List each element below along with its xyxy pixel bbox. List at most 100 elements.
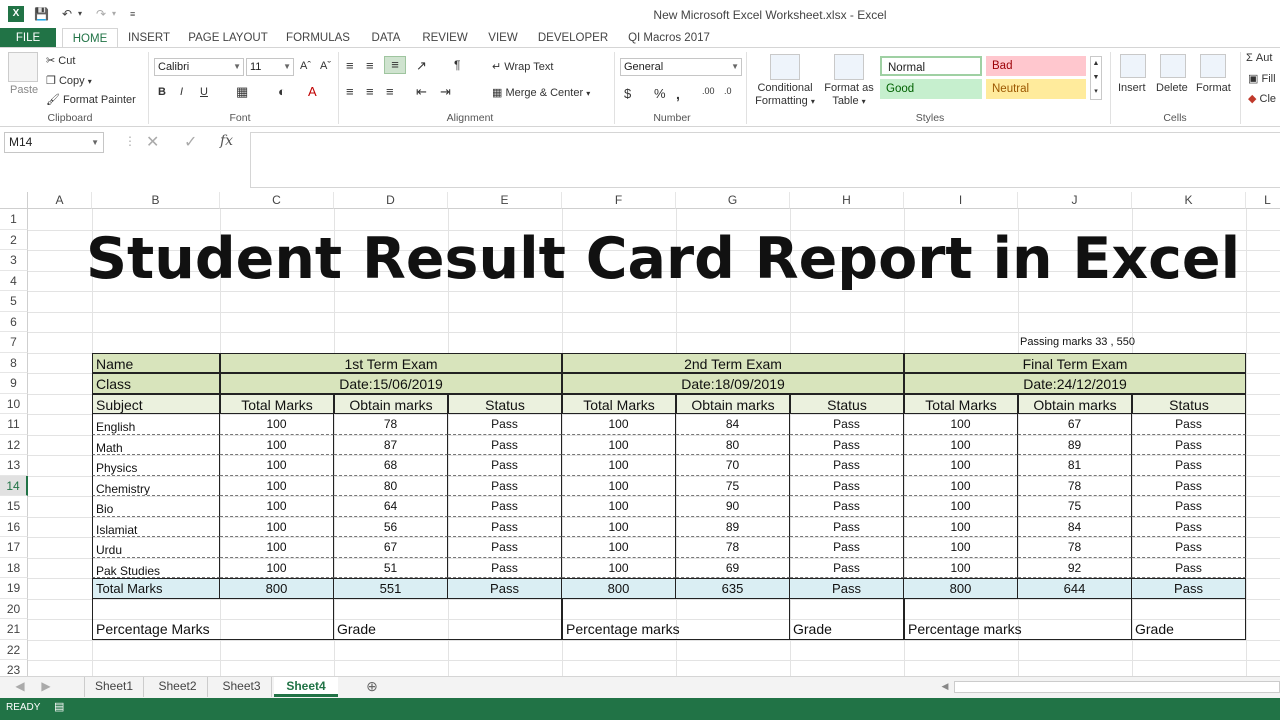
row-header[interactable]: 2 (0, 229, 28, 250)
enter-icon[interactable]: ✓ (184, 132, 197, 152)
paste-button[interactable]: Paste (10, 84, 38, 96)
prev-sheet-icon[interactable]: ◀ (10, 677, 30, 697)
style-bad[interactable]: Bad (986, 56, 1086, 76)
row-header[interactable]: 10 (0, 393, 28, 414)
shrink-font-icon[interactable]: Aˇ (320, 60, 331, 72)
delete-cells-icon[interactable] (1160, 54, 1186, 78)
row-header[interactable]: 8 (0, 352, 28, 373)
column-header[interactable]: I (904, 192, 1018, 209)
row-header[interactable]: 11 (0, 414, 28, 435)
row-header[interactable]: 1 (0, 209, 28, 230)
scroll-left-icon[interactable]: ◀ (938, 677, 952, 697)
italic-icon[interactable]: I (180, 86, 183, 98)
insert-button[interactable]: Insert (1118, 82, 1146, 94)
font-name-select[interactable]: Calibri ▼ (154, 58, 244, 76)
style-normal[interactable]: Normal (880, 56, 982, 76)
increase-indent-icon[interactable]: ⇥ (440, 84, 451, 100)
tab-formulas[interactable]: FORMULAS (282, 28, 354, 48)
font-size-select[interactable]: 11 ▼ (246, 58, 294, 76)
row-header[interactable]: 4 (0, 270, 28, 291)
underline-icon[interactable]: U (200, 86, 208, 98)
horizontal-scrollbar[interactable] (954, 681, 1280, 693)
align-middle-icon[interactable]: ≡ (366, 58, 374, 73)
tab-review[interactable]: REVIEW (418, 28, 472, 48)
row-header[interactable]: 16 (0, 516, 28, 537)
row-header[interactable]: 17 (0, 537, 28, 558)
comma-style-icon[interactable]: , (676, 86, 680, 102)
style-good[interactable]: Good (880, 79, 982, 99)
decrease-decimal-icon[interactable]: .0 (724, 86, 732, 96)
column-header[interactable]: D (334, 192, 448, 209)
tab-sheet3[interactable]: Sheet3 (212, 677, 272, 697)
conditional-formatting-icon[interactable] (770, 54, 800, 80)
row-header[interactable]: 18 (0, 557, 28, 578)
fill-color-icon[interactable]: ◐ (278, 84, 286, 99)
macro-record-icon[interactable]: ▤ (54, 699, 64, 715)
row-header[interactable]: 3 (0, 250, 28, 271)
format-as-table-icon[interactable] (834, 54, 864, 80)
format-cells-icon[interactable] (1200, 54, 1226, 78)
fill-button[interactable]: ▣ Fill (1248, 72, 1276, 85)
insert-cells-icon[interactable] (1120, 54, 1146, 78)
font-color-icon[interactable]: A (308, 84, 317, 99)
add-sheet-icon[interactable]: ⊕ (362, 677, 382, 697)
orientation-icon[interactable]: ↗ (416, 58, 427, 74)
row-header[interactable]: 20 (0, 598, 28, 619)
currency-icon[interactable]: $ (624, 86, 631, 101)
tab-developer[interactable]: DEVELOPER (534, 28, 612, 48)
format-painter-button[interactable]: 🖌 Format Painter (46, 93, 136, 106)
style-neutral[interactable]: Neutral (986, 79, 1086, 99)
decrease-indent-icon[interactable]: ⇤ (416, 84, 427, 100)
column-header[interactable]: G (676, 192, 790, 209)
merge-center-button[interactable]: ▦ Merge & Center ▾ (492, 86, 590, 99)
column-header[interactable]: E (448, 192, 562, 209)
column-header[interactable]: J (1018, 192, 1132, 209)
format-as-table-button[interactable]: Format as Table ▾ (820, 82, 878, 108)
paste-icon[interactable] (8, 52, 38, 82)
row-header[interactable]: 7 (0, 332, 28, 353)
autosum-button[interactable]: Σ Aut (1246, 52, 1272, 64)
insert-function-icon[interactable]: fx (220, 133, 233, 149)
percent-icon[interactable]: % (654, 86, 666, 101)
row-header[interactable]: 5 (0, 291, 28, 312)
column-header[interactable]: L (1246, 192, 1280, 209)
align-center-icon[interactable]: ≡ (366, 84, 374, 99)
column-header[interactable]: C (220, 192, 334, 209)
tab-sheet1[interactable]: Sheet1 (84, 677, 144, 697)
tab-data[interactable]: DATA (364, 28, 408, 48)
bold-icon[interactable]: B (158, 86, 166, 98)
row-header[interactable]: 19 (0, 578, 28, 599)
name-box[interactable]: M14 ▼ (4, 132, 104, 153)
clear-button[interactable]: ◆ Cle (1248, 92, 1276, 105)
tab-file[interactable]: FILE (0, 28, 56, 48)
row-header[interactable]: 13 (0, 455, 28, 476)
row-header[interactable]: 6 (0, 311, 28, 332)
column-header[interactable]: B (92, 192, 220, 209)
delete-button[interactable]: Delete (1156, 82, 1188, 94)
tab-sheet2[interactable]: Sheet2 (148, 677, 208, 697)
next-sheet-icon[interactable]: ▶ (36, 677, 56, 697)
row-header[interactable]: 14 (0, 475, 28, 496)
worksheet-grid[interactable]: ABCDEFGHIJKL 1 2 3 4 5 6 7 8 9 10 11 12 13 14 15 16 17 18… (0, 192, 1280, 678)
tab-sheet4[interactable]: Sheet4 (274, 677, 338, 697)
conditional-formatting-button[interactable]: Conditional Formatting ▾ (752, 82, 818, 108)
column-header[interactable]: A (28, 192, 92, 209)
format-button[interactable]: Format (1196, 82, 1231, 94)
align-right-icon[interactable]: ≡ (386, 84, 394, 99)
tab-qi-macros[interactable]: QI Macros 2017 (622, 28, 716, 48)
copy-button[interactable]: ❐ Copy ▾ (46, 74, 92, 87)
row-header[interactable]: 15 (0, 496, 28, 517)
formula-input[interactable] (250, 132, 1280, 188)
cancel-icon[interactable]: ✕ (146, 132, 159, 152)
text-direction-icon[interactable]: ¶ (454, 58, 460, 72)
grow-font-icon[interactable]: Aˆ (300, 60, 311, 72)
row-header[interactable]: 9 (0, 373, 28, 394)
column-header[interactable]: H (790, 192, 904, 209)
styles-scroll-icon[interactable]: ▲ ▼ ▾ (1090, 56, 1102, 100)
tab-insert[interactable]: INSERT (124, 28, 174, 48)
tab-page-layout[interactable]: PAGE LAYOUT (184, 28, 272, 48)
tab-view[interactable]: VIEW (482, 28, 524, 48)
column-header[interactable]: F (562, 192, 676, 209)
increase-decimal-icon[interactable]: .00 (702, 86, 715, 96)
column-header[interactable]: K (1132, 192, 1246, 209)
